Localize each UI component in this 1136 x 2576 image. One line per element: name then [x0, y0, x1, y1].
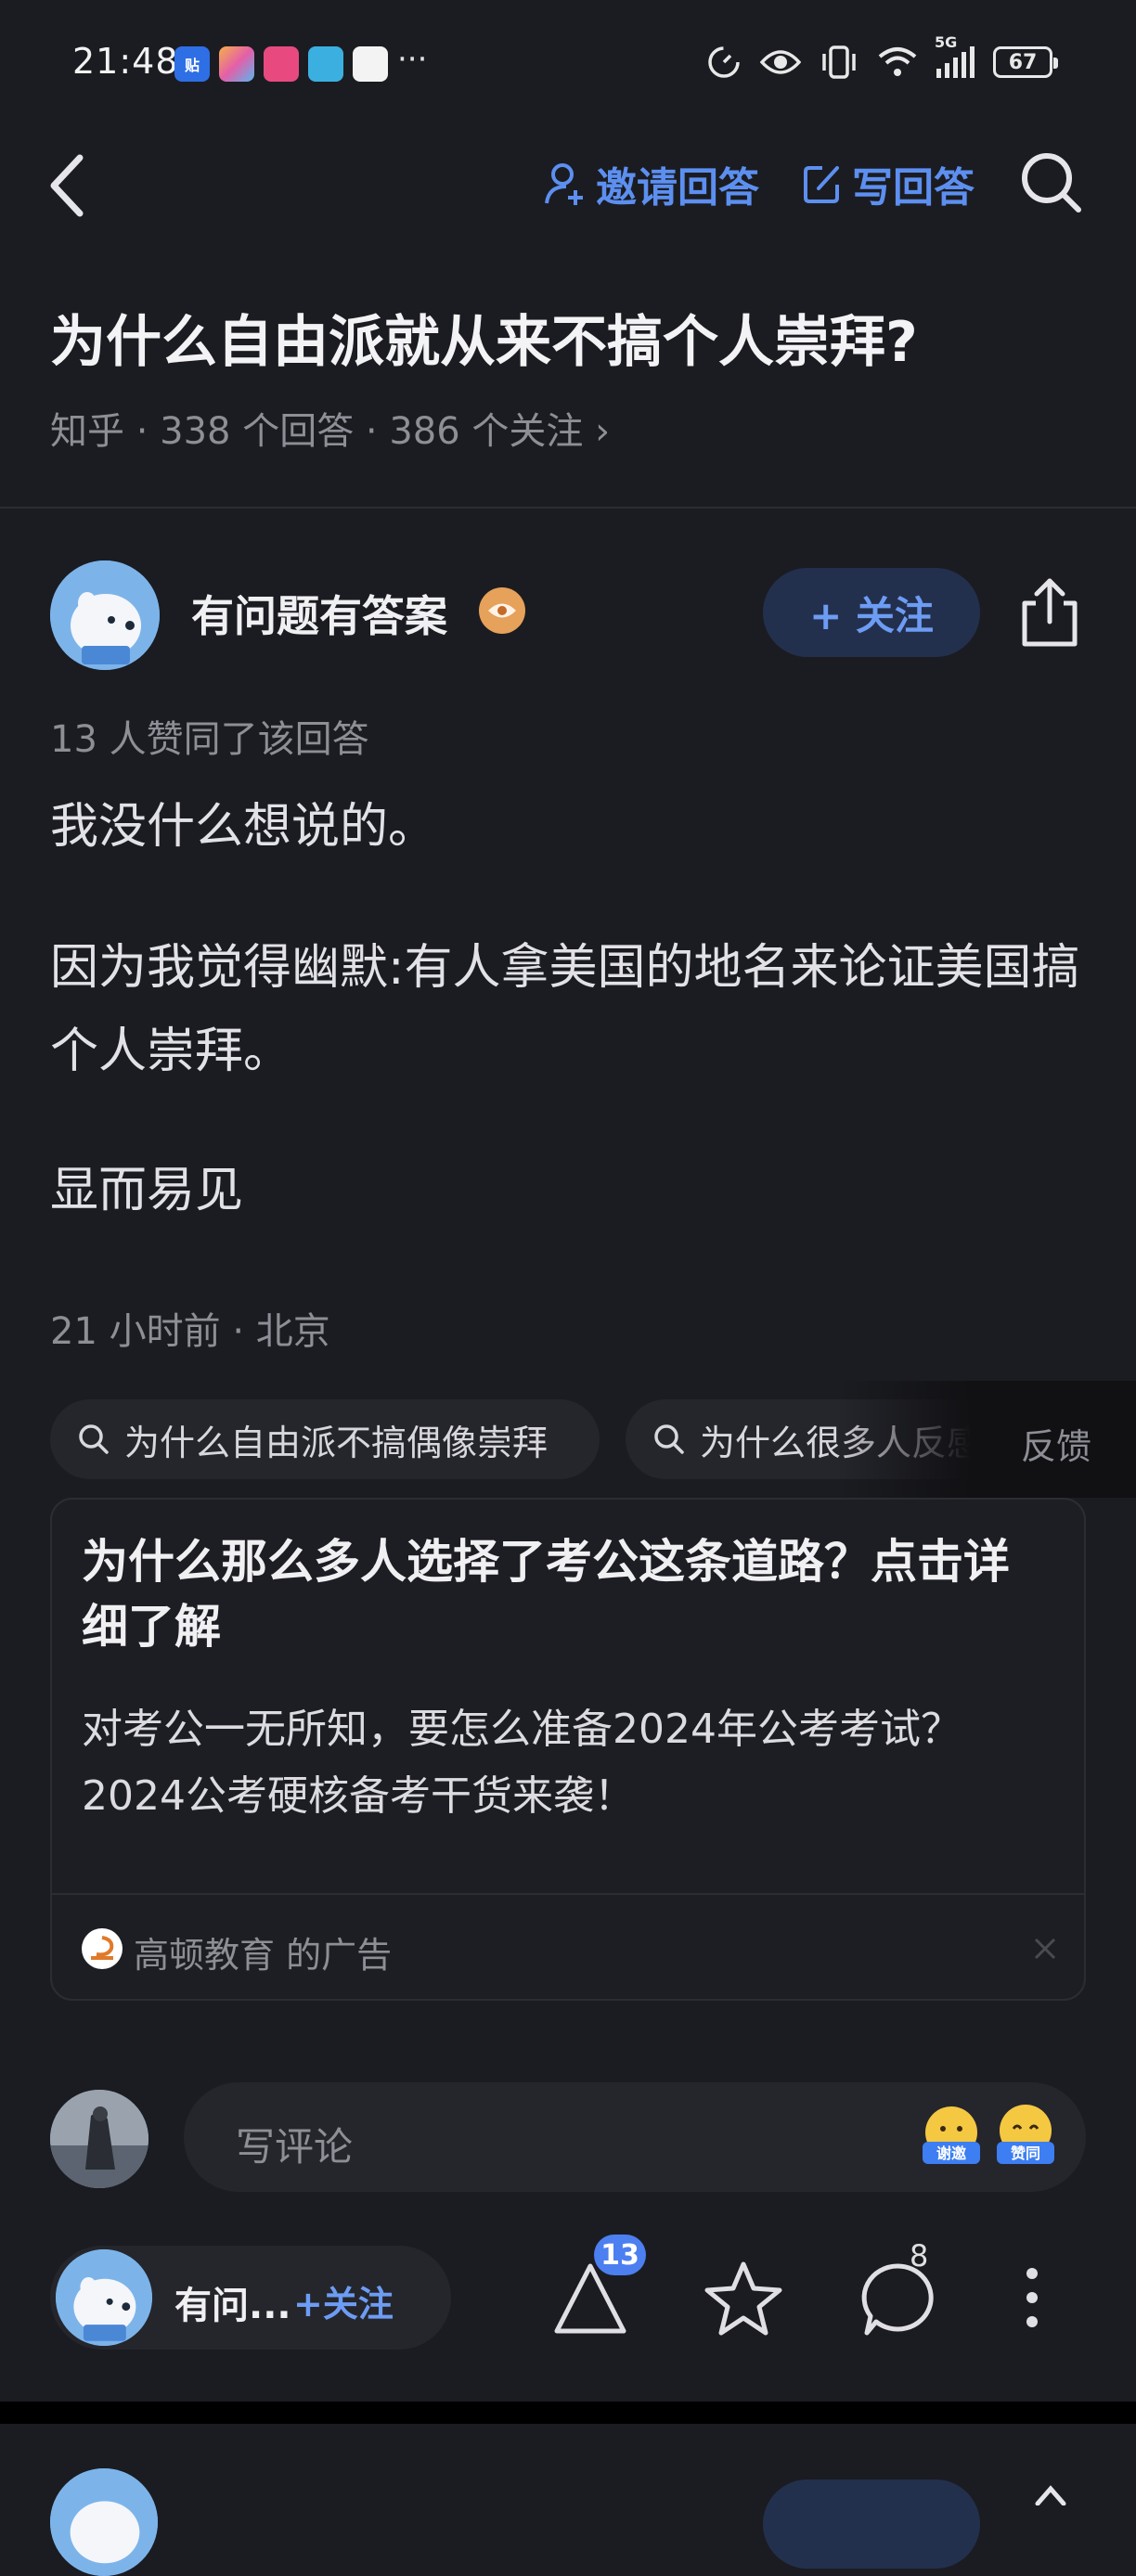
invite-answer-button[interactable]: 邀请回答 — [544, 154, 759, 213]
avatar-image — [56, 2249, 152, 2346]
battery-icon: 67 — [993, 46, 1058, 78]
author-pill[interactable]: 有问... +关注 — [50, 2246, 451, 2350]
vibrate-icon — [822, 45, 856, 79]
upvote-count-badge: 13 — [594, 2235, 646, 2275]
write-answer-button[interactable]: 写回答 — [802, 154, 975, 213]
favorite-button[interactable] — [704, 2259, 783, 2337]
avatar-image — [50, 2090, 148, 2188]
app-notification-icon — [308, 46, 343, 82]
chip-label: 为什么自由派不搞偶像崇拜 — [124, 1422, 549, 1463]
ad-description: 对考公一无所知，要怎么准备2024年公考考试？2024公考硬核备考干货来袭！ — [82, 1706, 962, 1820]
divider — [0, 507, 1136, 509]
comment-count: 8 — [910, 2238, 929, 2273]
close-icon — [1034, 1938, 1056, 1960]
search-icon — [654, 1424, 684, 1454]
person-add-icon — [545, 163, 583, 205]
user-avatar[interactable] — [50, 2090, 148, 2188]
more-vertical-icon — [1026, 2268, 1038, 2327]
search-button[interactable] — [1017, 148, 1084, 215]
more-notifications-icon: ··· — [397, 41, 428, 78]
comment-bubble-icon — [861, 2263, 934, 2336]
follow-button[interactable]: + 关注 — [763, 568, 980, 657]
search-icon — [79, 1424, 109, 1454]
app-notification-icon: 贴 — [174, 46, 210, 82]
feedback-button[interactable]: 反馈 — [1021, 1418, 1091, 1469]
answer-time-location: 21 小时前 · 北京 — [50, 1310, 330, 1353]
answer-paragraph: 因为我觉得幽默:有人拿美国的地名来论证美国搞个人崇拜。 — [50, 940, 1080, 1079]
edit-icon — [804, 166, 839, 203]
eye-badge-icon — [479, 587, 525, 634]
back-button[interactable] — [46, 148, 93, 223]
agree-emoji-button[interactable]: 赞同 — [991, 2101, 1060, 2170]
app-notification-icon — [219, 46, 254, 82]
triangle-up-icon — [554, 2263, 626, 2334]
next-follow-button[interactable] — [763, 2479, 980, 2569]
close-ad-button[interactable] — [1025, 1928, 1065, 1969]
app-notification-icon — [353, 46, 388, 82]
status-bar: 21:48 贴 ··· 5G 67 — [0, 0, 1136, 130]
write-answer-label: 写回答 — [852, 164, 975, 212]
share-icon — [1022, 578, 1078, 647]
answer-paragraph: 我没什么想说的。 — [50, 799, 437, 855]
search-icon — [1022, 153, 1081, 213]
comment-input[interactable]: 写评论 谢邀 赞同 — [184, 2082, 1086, 2192]
answer-paragraph: 显而易见 — [50, 1163, 244, 1218]
share-button[interactable] — [1015, 575, 1084, 650]
app-notification-icon — [264, 46, 299, 82]
follow-button[interactable]: +关注 — [293, 2275, 394, 2326]
ad-title[interactable]: 为什么那么多人选择了考公这条道路？点击详细了解 — [82, 1529, 1047, 1659]
avatar-image — [50, 560, 160, 670]
author-short-name: 有问... — [174, 2285, 291, 2327]
eye-icon — [760, 50, 801, 74]
vote-summary: 13 人赞同了该回答 — [50, 718, 369, 761]
wifi-icon — [878, 47, 917, 76]
ad-source: 高顿教育 的广告 — [134, 1935, 393, 1976]
signal-icon: 5G — [935, 33, 975, 78]
author-avatar — [56, 2249, 152, 2346]
author-avatar[interactable] — [50, 560, 160, 670]
svg-text:谢邀: 谢邀 — [936, 2145, 966, 2162]
section-separator — [0, 2402, 1136, 2424]
divider — [52, 1893, 1084, 1895]
invite-answer-label: 邀请回答 — [596, 164, 759, 212]
related-search-chip[interactable]: 为什么自由派不搞偶像崇拜 — [50, 1399, 600, 1479]
author-name[interactable]: 有问题有答案 — [191, 583, 447, 644]
next-author-avatar[interactable] — [50, 2468, 158, 2576]
speed-icon — [708, 46, 740, 78]
status-icons: 5G 67 — [706, 33, 1058, 80]
svg-text:赞同: 赞同 — [1010, 2145, 1040, 2162]
question-meta[interactable]: 知乎 · 338 个回答 · 386 个关注 › — [50, 401, 610, 455]
avatar-image — [50, 2468, 158, 2576]
share-icon[interactable] — [1030, 2483, 1071, 2505]
advertiser-logo-icon — [82, 1928, 123, 1969]
comment-placeholder: 写评论 — [236, 2124, 354, 2170]
star-icon — [704, 2261, 782, 2336]
ad-card[interactable]: 为什么那么多人选择了考公这条道路？点击详细了解 对考公一无所知，要怎么准备202… — [50, 1498, 1086, 2001]
status-time: 21:48 — [72, 41, 179, 82]
more-options-button[interactable] — [1013, 2260, 1051, 2335]
thanks-invite-emoji-button[interactable]: 谢邀 — [917, 2101, 986, 2170]
question-title[interactable]: 为什么自由派就从来不搞个人崇拜? — [50, 297, 1090, 378]
